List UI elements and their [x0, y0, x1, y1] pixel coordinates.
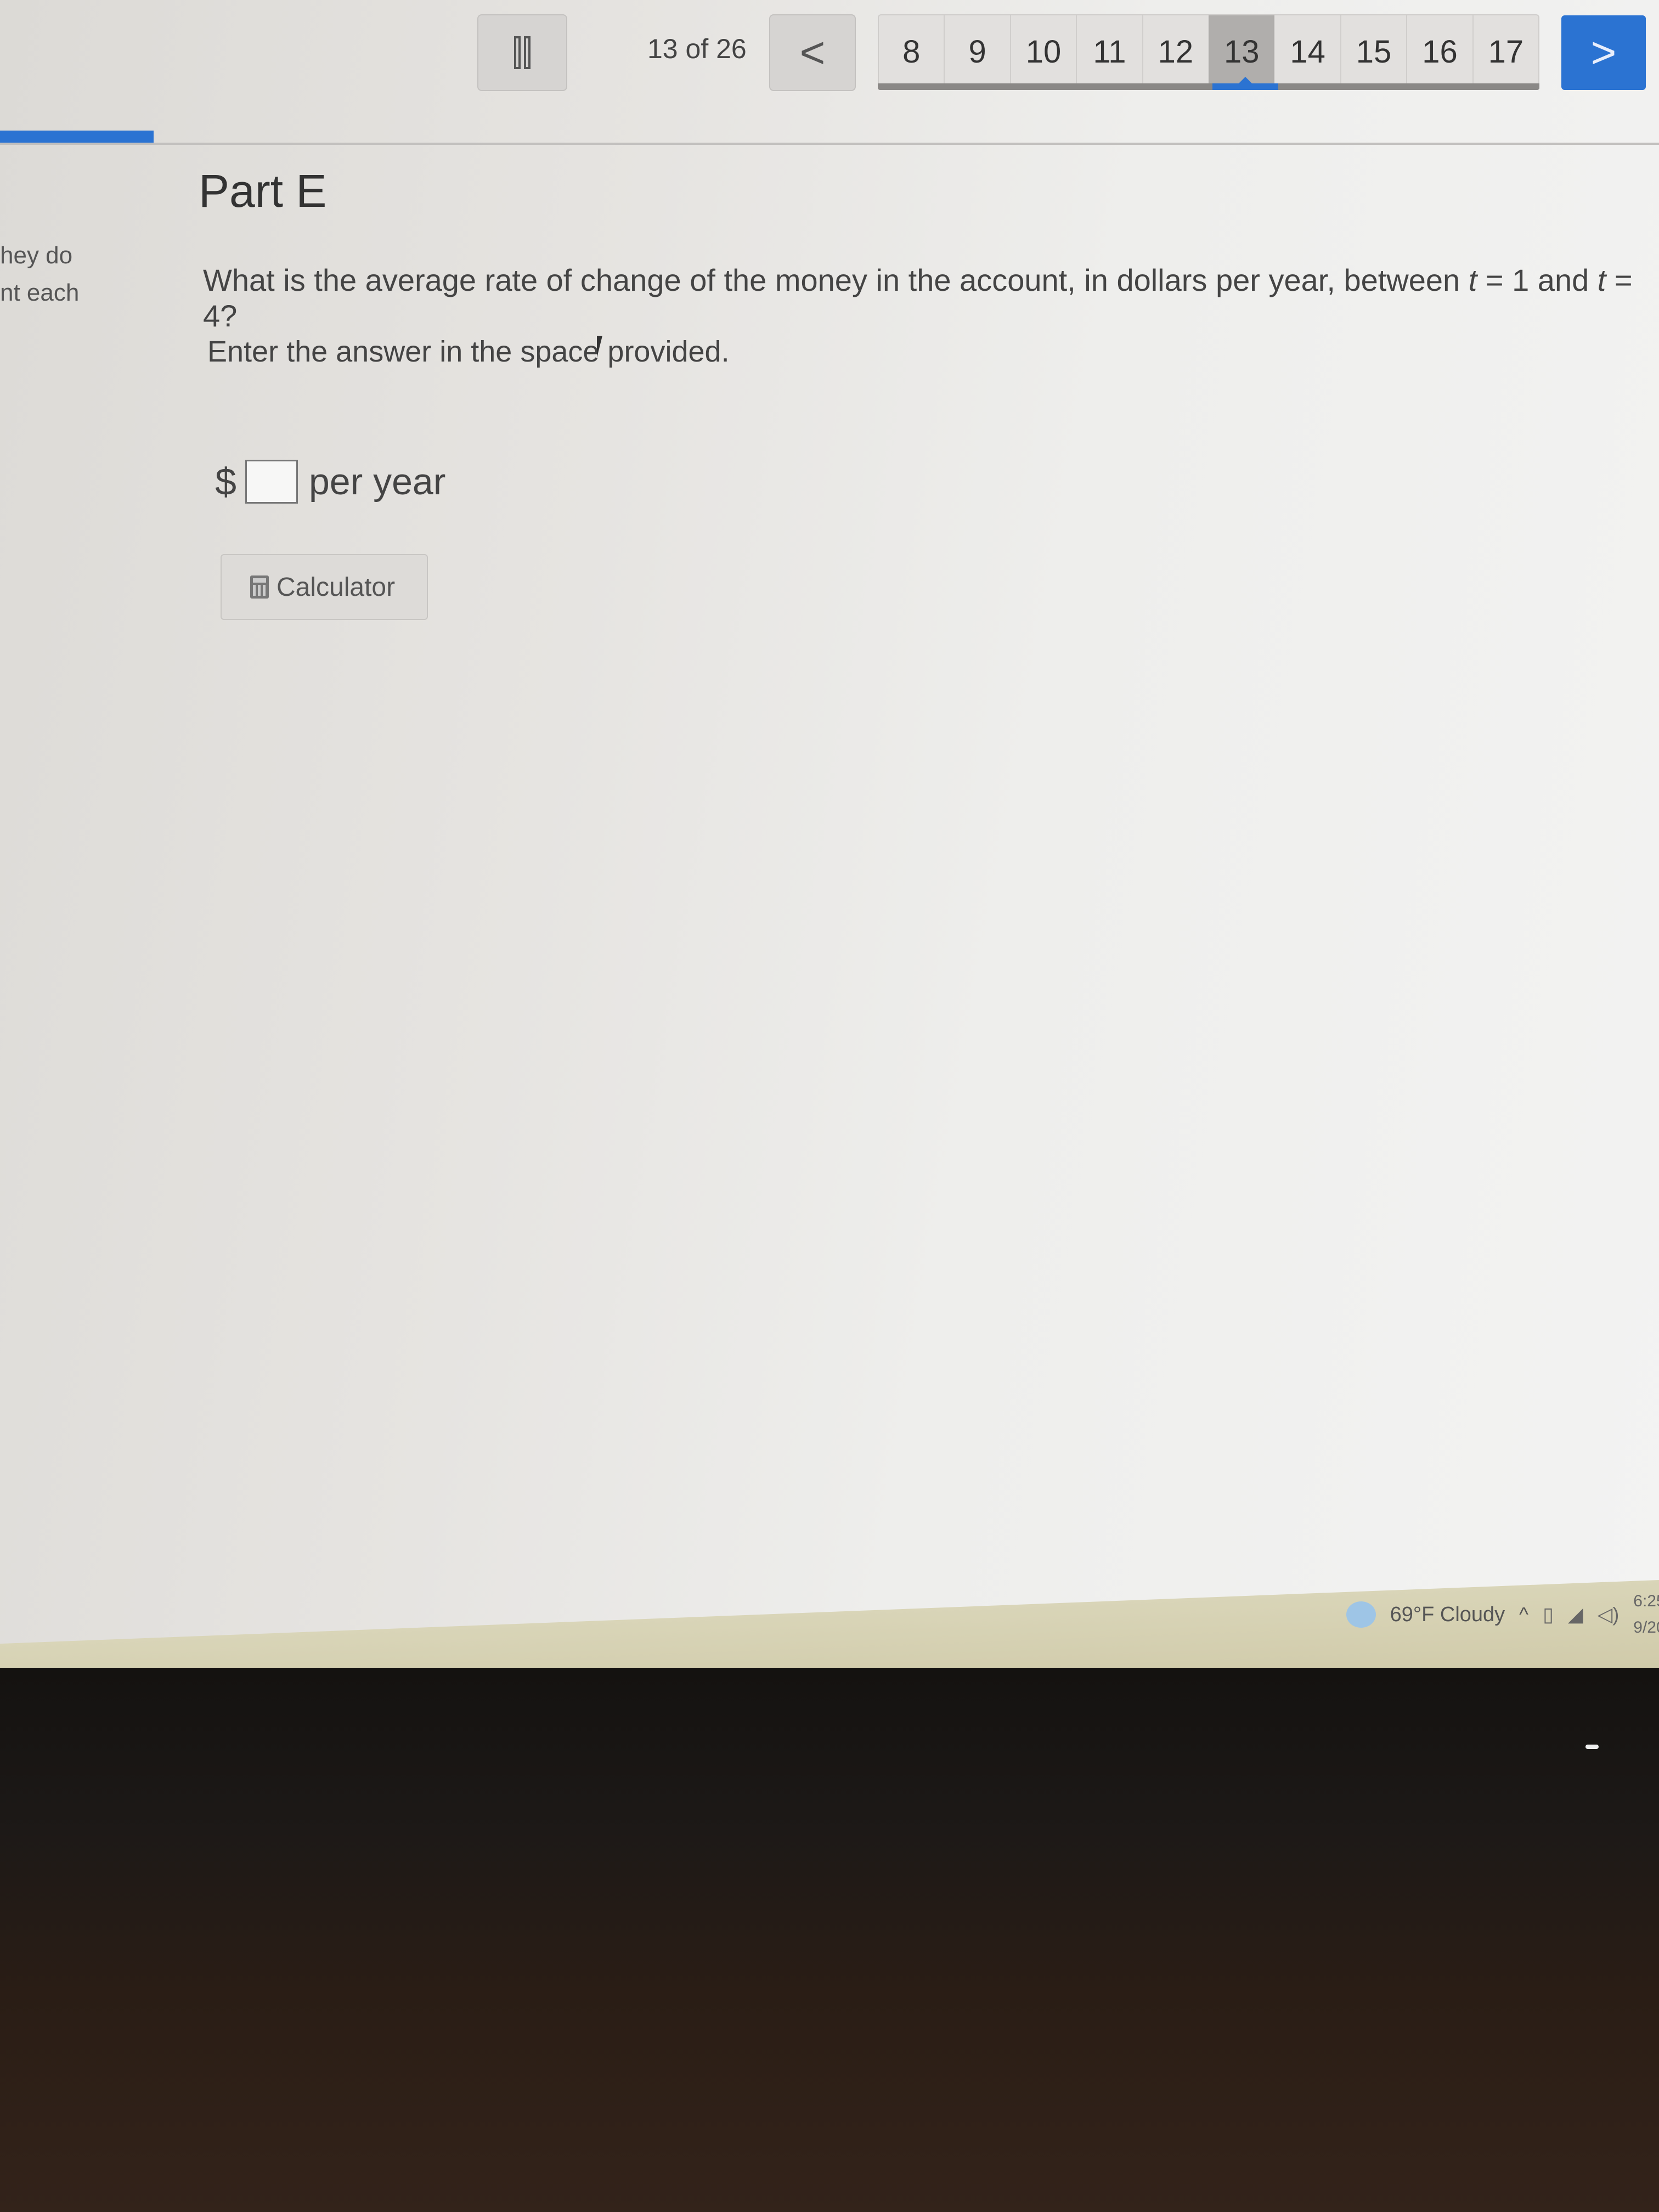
passage-line: nt each [0, 279, 80, 306]
show-hidden-icons-icon[interactable]: ^ [1519, 1603, 1528, 1626]
pager-caret-icon [1238, 77, 1253, 84]
page-button[interactable]: 14 [1275, 15, 1341, 88]
page-button[interactable]: 15 [1341, 15, 1408, 88]
monitor-bezel [0, 1668, 1659, 2212]
variable-t: t [1597, 263, 1606, 297]
page-button[interactable]: 11 [1077, 15, 1143, 88]
unit-label: per year [308, 461, 446, 503]
weather-text[interactable]: 69°F Cloudy [1390, 1603, 1505, 1627]
battery-icon[interactable]: ▯ [1543, 1603, 1554, 1626]
page-button[interactable]: 16 [1407, 15, 1474, 88]
chevron-left-icon: < [799, 28, 826, 77]
clock[interactable]: 6:25 9/20/ [1633, 1588, 1659, 1641]
question-pager: 8 9 10 11 12 13 14 15 16 17 [878, 14, 1539, 89]
previous-button[interactable]: < [769, 14, 856, 91]
question-prefix: What is the average rate of change of th… [203, 263, 1469, 297]
next-button[interactable]: > [1561, 15, 1646, 90]
wifi-icon[interactable]: ◢ [1568, 1603, 1583, 1626]
pause-icon [514, 36, 531, 69]
answer-input[interactable] [245, 460, 298, 504]
test-toolbar: 13 of 26 < 8 9 10 11 12 13 14 15 16 17 > [0, 0, 1659, 144]
system-tray: 69°F Cloudy ^ ▯ ◢ ◁) 6:25 9/20/ [1346, 1588, 1659, 1641]
mouse-cursor-icon [597, 336, 602, 358]
passage-pane-cutoff: hey do nt each [0, 237, 79, 312]
instruction-text: Enter the answer in the space provided. [207, 335, 730, 368]
question-counter: 13 of 26 [647, 33, 747, 64]
question-eq1: = 1 and [1477, 263, 1598, 297]
page-button[interactable]: 17 [1474, 15, 1538, 88]
calculator-icon [250, 575, 269, 599]
pager-track [878, 83, 1539, 90]
screen: 13 of 26 < 8 9 10 11 12 13 14 15 16 17 >… [0, 0, 1659, 1679]
question-text: What is the average rate of change of th… [203, 262, 1659, 334]
chevron-right-icon: > [1590, 28, 1617, 77]
answer-row: $ per year [215, 460, 445, 504]
pause-button[interactable] [477, 14, 567, 91]
dollar-sign: $ [215, 460, 236, 503]
speaker-icon[interactable]: ◁) [1598, 1603, 1620, 1626]
page-button[interactable]: 8 [879, 15, 945, 88]
toolbar-divider [0, 143, 1659, 145]
part-title: Part E [199, 165, 327, 217]
power-light [1585, 1745, 1599, 1749]
page-button[interactable]: 9 [945, 15, 1011, 88]
page-button[interactable]: 12 [1143, 15, 1210, 88]
passage-line: hey do [0, 242, 73, 269]
page-button[interactable]: 10 [1011, 15, 1077, 88]
weather-cloud-icon[interactable] [1346, 1601, 1376, 1628]
clock-date: 9/20/ [1633, 1618, 1659, 1637]
calculator-label: Calculator [276, 572, 396, 602]
clock-time: 6:25 [1633, 1592, 1659, 1610]
variable-t: t [1468, 263, 1477, 297]
progress-bar [0, 131, 154, 144]
calculator-button[interactable]: Calculator [221, 554, 428, 620]
